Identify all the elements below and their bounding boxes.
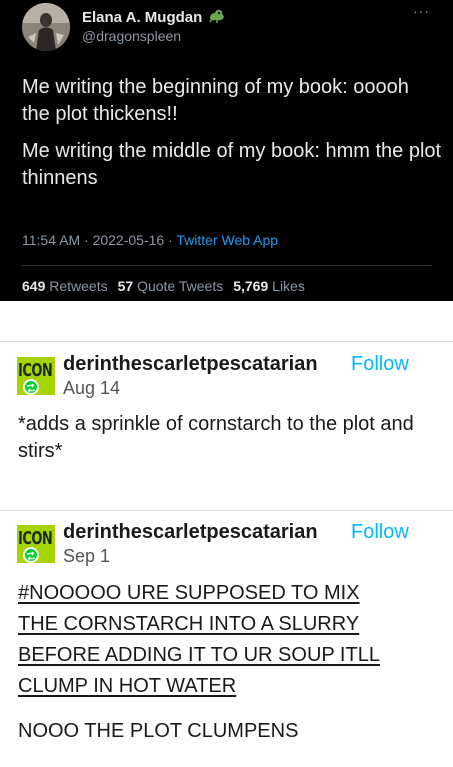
quote-tweets-stat[interactable]: 57 Quote Tweets	[118, 278, 224, 294]
tweet-paragraph: Me writing the beginning of my book: ooo…	[22, 76, 409, 125]
author-name-row: Elana A. Mugdan	[82, 7, 226, 28]
tweet-stats: 649 Retweets 57 Quote Tweets 5,769 Likes	[22, 278, 305, 294]
reblog-icon	[23, 547, 39, 563]
post-divider	[0, 341, 453, 342]
author-avatar[interactable]	[22, 3, 70, 51]
retweets-label: Retweets	[49, 278, 108, 294]
follow-button[interactable]: Follow	[351, 353, 409, 376]
likes-label: Likes	[272, 278, 305, 294]
quote-tweets-count: 57	[117, 278, 134, 294]
avatar-text: ICON	[18, 361, 53, 382]
meta-separator: ·	[84, 232, 89, 248]
tweet-card: Elana A. Mugdan @dragonspleen ··· Me wri…	[0, 0, 453, 301]
tweet-text: Me writing the beginning of my book: ooo…	[22, 74, 442, 202]
retweets-stat[interactable]: 649 Retweets	[22, 278, 108, 294]
post-username[interactable]: derinthescarletpescatarian	[63, 353, 318, 376]
hashtag-line: THE CORNSTARCH INTO A SLURRY	[18, 613, 360, 635]
tweet-timestamp: 11:54 AM · 2022-05-16 · Twitter Web App	[22, 232, 278, 248]
meta-separator: ·	[168, 232, 173, 248]
post-date: Aug 14	[63, 378, 121, 398]
post-date: Sep 1	[63, 546, 111, 566]
hashtag-line: #NOOOOO URE SUPPOSED TO MIX	[18, 582, 360, 604]
tweet-paragraph: Me writing the middle of my book: hmm th…	[22, 140, 442, 189]
tweet-date[interactable]: 2022-05-16	[93, 232, 165, 248]
post-divider	[0, 510, 453, 511]
quote-tweets-label: Quote Tweets	[137, 278, 224, 294]
more-icon[interactable]: ···	[413, 3, 430, 19]
divider	[22, 265, 431, 266]
tumblr-post: ICON derinthescarletpescatarian Follow A…	[0, 301, 453, 510]
hashtag-line: CLUMP IN HOT WATER	[18, 675, 237, 697]
reblog-icon	[23, 379, 39, 395]
post-text: *adds a sprinkle of cornstarch to the pl…	[18, 413, 414, 462]
follow-button[interactable]: Follow	[351, 521, 409, 544]
tweet-time[interactable]: 11:54 AM	[22, 232, 80, 248]
likes-stat[interactable]: 5,769 Likes	[233, 278, 305, 294]
author-handle[interactable]: @dragonspleen	[82, 28, 181, 44]
post-text: NOOO THE PLOT CLUMPENS	[18, 720, 299, 742]
author-name[interactable]: Elana A. Mugdan	[82, 9, 202, 26]
likes-count: 5,769	[233, 278, 269, 294]
avatar-text: ICON	[18, 529, 53, 550]
tweet-source-link[interactable]: Twitter Web App	[176, 232, 278, 248]
tumblr-post: ICON derinthescarletpescatarian Follow S…	[0, 510, 453, 767]
hashtag-text[interactable]: #NOOOOO URE SUPPOSED TO MIX THE CORNSTAR…	[18, 578, 438, 702]
dragon-badge-icon	[208, 7, 226, 28]
hashtag-line: BEFORE ADDING IT TO UR SOUP ITLL	[18, 644, 380, 666]
avatar-photo	[22, 3, 70, 51]
post-username[interactable]: derinthescarletpescatarian	[63, 521, 318, 544]
retweets-count: 649	[22, 278, 46, 294]
